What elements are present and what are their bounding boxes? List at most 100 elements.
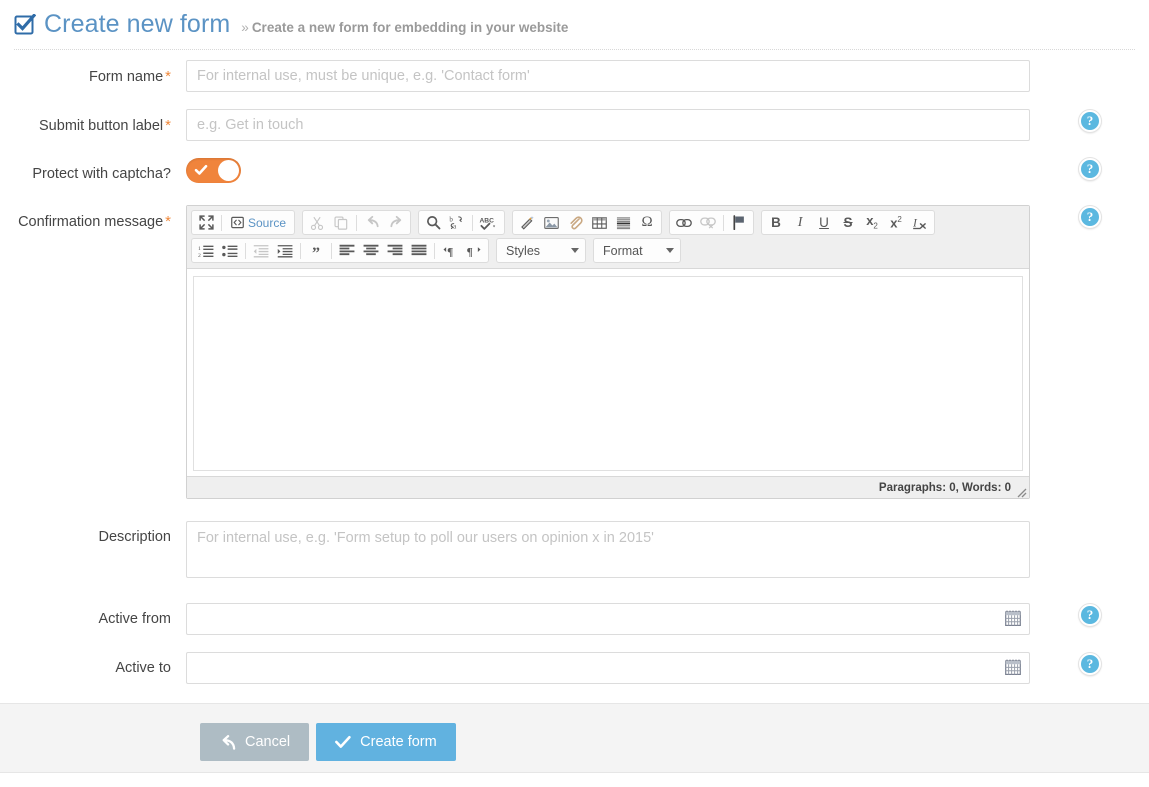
editor-toolbar: Source [187, 206, 1029, 269]
toolbar-group-document: Source [191, 210, 295, 235]
toolbar-group-links [669, 210, 754, 235]
active-to-input[interactable] [186, 652, 1030, 684]
styles-dropdown-label: Styles [506, 244, 540, 258]
toolbar-separator [221, 215, 222, 231]
active-to-label-text: Active to [115, 660, 171, 676]
footer-actions: Cancel Create form [0, 704, 1149, 761]
editor-status-bar: Paragraphs: 0, Words: 0 [187, 476, 1029, 498]
help-icon-submit-button-label[interactable]: ? [1079, 110, 1101, 132]
replace-icon[interactable]: b a [446, 212, 468, 233]
calendar-icon[interactable] [1005, 659, 1021, 676]
strikethrough-icon[interactable]: S [837, 212, 859, 233]
underline-icon[interactable]: U [813, 212, 835, 233]
captcha-toggle[interactable] [186, 158, 241, 183]
align-justify-icon[interactable] [408, 240, 430, 261]
numbered-list-icon[interactable]: 1 2 [195, 240, 217, 261]
create-form-button-label: Create form [360, 734, 437, 750]
cut-icon[interactable] [306, 212, 328, 233]
calendar-icon[interactable] [1005, 610, 1021, 627]
styles-dropdown[interactable]: Styles [496, 238, 586, 263]
subscript-icon[interactable]: x2 [861, 212, 883, 233]
help-icon-active-to[interactable]: ? [1079, 653, 1101, 675]
form-name-label: Form name* [0, 60, 186, 87]
captcha-control [186, 158, 1030, 188]
unlink-icon[interactable] [697, 212, 719, 233]
cancel-button[interactable]: Cancel [200, 723, 309, 761]
align-center-icon[interactable] [360, 240, 382, 261]
form-name-input[interactable] [186, 60, 1030, 92]
format-dropdown-label: Format [603, 244, 643, 258]
magic-wand-icon[interactable] [516, 212, 538, 233]
page-subtitle: »Create a new form for embedding in your… [241, 21, 568, 35]
active-from-label-text: Active from [98, 611, 171, 627]
active-to-date-wrap [186, 652, 1030, 684]
required-marker: * [165, 213, 171, 230]
create-new-form-page: Create new form »Create a new form for e… [0, 0, 1149, 787]
resize-grip-icon[interactable] [1015, 485, 1027, 497]
attachment-icon[interactable] [564, 212, 586, 233]
blockquote-icon[interactable]: ” [305, 240, 327, 261]
active-from-label: Active from [0, 603, 186, 629]
indent-icon[interactable] [274, 240, 296, 261]
toolbar-separator [356, 215, 357, 231]
help-icon-active-from[interactable]: ? [1079, 604, 1101, 626]
rich-text-editor: Source [186, 205, 1030, 499]
format-dropdown[interactable]: Format [593, 238, 681, 263]
copy-icon[interactable] [330, 212, 352, 233]
page-title: Create new form [44, 12, 230, 37]
required-marker: * [165, 117, 171, 134]
special-char-icon[interactable]: Ω [636, 212, 658, 233]
toolbar-group-paragraph: 1 2 [191, 238, 489, 263]
description-textarea[interactable] [186, 521, 1030, 578]
italic-icon[interactable]: I [789, 212, 811, 233]
create-form-button[interactable]: Create form [316, 723, 456, 761]
confirmation-message-control: Source [186, 205, 1030, 499]
redo-icon[interactable] [385, 212, 407, 233]
align-right-icon[interactable] [384, 240, 406, 261]
submit-button-label-control [186, 109, 1030, 141]
confirmation-message-label-text: Confirmation message [18, 214, 163, 230]
active-from-input[interactable] [186, 603, 1030, 635]
bold-icon[interactable]: B [765, 212, 787, 233]
submit-button-label-text: Submit button label [39, 118, 163, 134]
toolbar-group-clipboard [302, 210, 411, 235]
editor-content-area[interactable] [193, 276, 1023, 471]
anchor-flag-icon[interactable] [728, 212, 750, 233]
check-icon [194, 163, 208, 177]
toggle-knob [218, 160, 239, 181]
check-icon [335, 735, 351, 749]
svg-text:¶: ¶ [447, 246, 453, 257]
link-icon[interactable] [673, 212, 695, 233]
rtl-icon[interactable]: ¶ [463, 240, 485, 261]
submit-button-label-label: Submit button label* [0, 109, 186, 136]
checked-checkbox-icon [14, 14, 36, 36]
maximize-icon[interactable] [195, 212, 217, 233]
active-to-label: Active to [0, 652, 186, 678]
toolbar-group-insert: Ω [512, 210, 662, 235]
image-icon[interactable] [540, 212, 562, 233]
form-row-description: Description [0, 521, 1149, 583]
ltr-icon[interactable]: ¶ [439, 240, 461, 261]
find-icon[interactable] [422, 212, 444, 233]
align-left-icon[interactable] [336, 240, 358, 261]
source-icon[interactable]: Source [226, 212, 291, 233]
superscript-icon[interactable]: x2 [885, 212, 907, 233]
remove-format-icon[interactable]: I [909, 212, 931, 233]
spellcheck-icon[interactable]: ABC [477, 212, 501, 233]
confirmation-message-label: Confirmation message* [0, 205, 186, 232]
editor-toolbar-row-2: 1 2 [191, 238, 1026, 263]
svg-text:2: 2 [198, 253, 201, 258]
form-name-control [186, 60, 1030, 92]
help-icon-captcha[interactable]: ? [1079, 158, 1101, 180]
outdent-icon[interactable] [250, 240, 272, 261]
page-header: Create new form »Create a new form for e… [0, 0, 1149, 50]
submit-button-label-input[interactable] [186, 109, 1030, 141]
help-icon-confirmation-message[interactable]: ? [1079, 206, 1101, 228]
description-control [186, 521, 1030, 583]
bulleted-list-icon[interactable] [219, 240, 241, 261]
breadcrumb-chevron: » [241, 20, 249, 35]
table-icon[interactable] [588, 212, 610, 233]
undo-icon[interactable] [361, 212, 383, 233]
chevron-down-icon [666, 248, 674, 253]
horizontal-rule-icon[interactable] [612, 212, 634, 233]
